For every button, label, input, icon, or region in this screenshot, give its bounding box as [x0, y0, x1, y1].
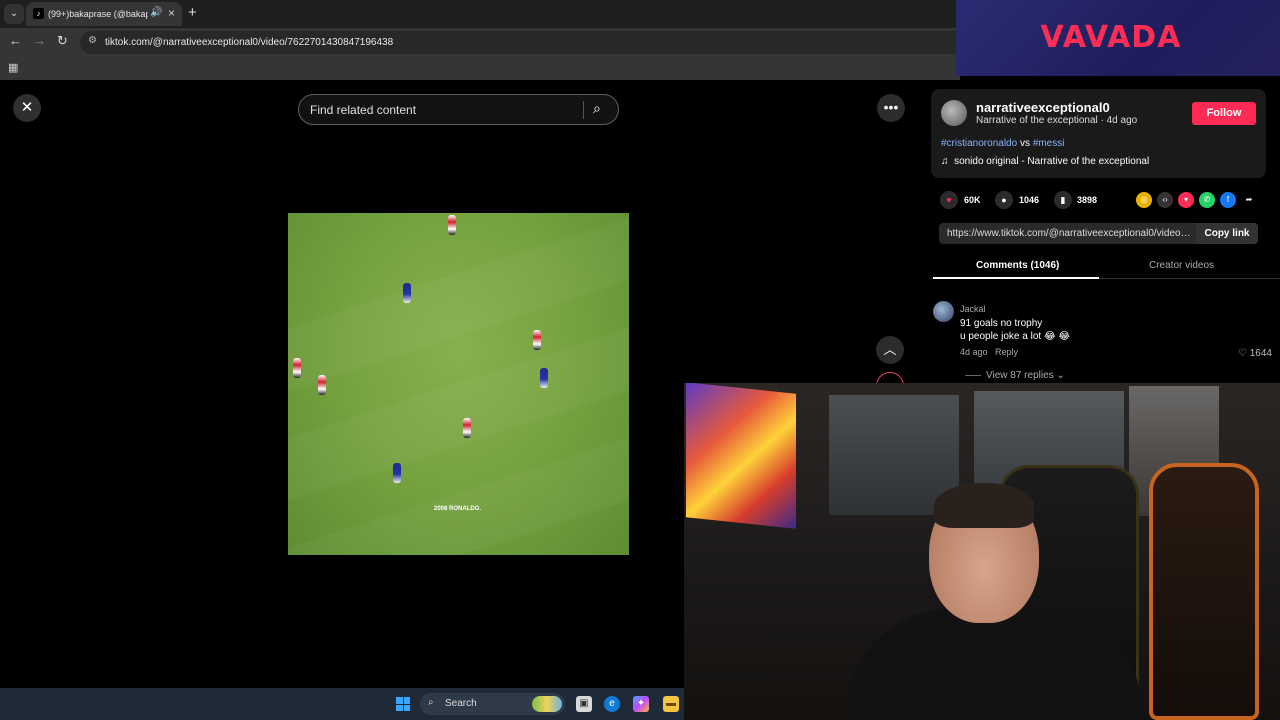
hashtag-cristianoronaldo[interactable]: #cristianoronaldo — [941, 138, 1017, 149]
engagement-bar: ♥ 60K ● 1046 ▮ 3898 ◎ ‹› ▾ ✆ f ➦ — [940, 190, 1270, 212]
bookmarks-bar: ▦ — [0, 56, 960, 80]
windows-start-icon[interactable] — [396, 697, 410, 711]
previous-video-button[interactable]: ︿ — [876, 336, 904, 364]
follow-button[interactable]: Follow — [1192, 102, 1256, 125]
commenter-avatar[interactable] — [933, 301, 954, 322]
url-text[interactable]: tiktok.com/@narrativeexceptional0/video/… — [105, 37, 393, 48]
post-info-card: narrativeexceptional0 Narrative of the e… — [931, 89, 1266, 178]
apps-grid-icon[interactable]: ▦ — [8, 61, 18, 74]
commenter-name[interactable]: Jackal — [960, 304, 986, 314]
send-icon[interactable]: ▾ — [1178, 192, 1194, 208]
vavada-logo: VAVADA — [1040, 20, 1182, 55]
video-caption: 2008 RONALDO. — [434, 506, 482, 512]
browser-tab[interactable]: ♪ (99+)bakaprase (@bakapra 🔊 × — [26, 2, 182, 26]
taskbar-search[interactable]: ⌕ Search — [420, 693, 565, 715]
comment-icon[interactable]: ● — [995, 191, 1013, 209]
tab-close-icon[interactable]: × — [168, 6, 175, 20]
chevron-down-icon: ⌄ — [1056, 370, 1065, 381]
vavada-ad-banner: VAVADA — [956, 0, 1280, 76]
active-tab-underline — [933, 277, 1099, 279]
search-divider — [583, 101, 584, 119]
bookmark-icon[interactable]: ▮ — [1054, 191, 1072, 209]
comment-count: 1046 — [1019, 195, 1040, 205]
search-input[interactable]: Find related content — [310, 103, 416, 117]
save-count: 3898 — [1077, 195, 1098, 205]
forward-icon[interactable]: → — [33, 33, 46, 48]
comment-line-1: 91 goals no trophy — [960, 318, 1043, 329]
copilot-icon[interactable]: ✦ — [633, 696, 649, 712]
webcam-gaming-chair-orange — [1149, 463, 1259, 720]
search-highlight-icon — [532, 696, 562, 712]
heart-outline-icon[interactable]: ♡ — [1238, 348, 1247, 359]
hashtag-messi[interactable]: #messi — [1033, 138, 1065, 149]
speaker-icon[interactable]: 🔊 — [150, 7, 162, 18]
more-options-button[interactable]: ••• — [877, 94, 905, 122]
task-view-icon[interactable]: ▣ — [576, 696, 592, 712]
comment-like-count: 1644 — [1249, 348, 1272, 359]
comment-line-2: u people joke a lot 😂 😂 — [960, 331, 1071, 342]
reply-button[interactable]: Reply — [995, 347, 1018, 357]
tab-title: (99+)bakaprase (@bakapra — [48, 9, 148, 19]
site-info-icon[interactable]: ⚙ — [88, 35, 97, 46]
webcam-overlay — [684, 383, 1280, 720]
comment-item: Jackal 91 goals no trophy u people joke … — [933, 300, 1278, 385]
search-bar[interactable]: Find related content ⌕ — [298, 94, 619, 125]
post-description: #cristianoronaldo vs #messi — [941, 138, 1064, 149]
tab-comments[interactable]: Comments (1046) — [976, 260, 1059, 271]
webcam-wall-tv — [686, 383, 796, 529]
video-frame: 2008 RONALDO. — [288, 213, 629, 555]
browser-tab-bar: ⌄ ♪ (99+)bakaprase (@bakapra 🔊 × + — [0, 0, 960, 28]
streamer-hair — [934, 483, 1034, 528]
windows-taskbar: ⌕ Search ▣ e ✦ ▬ — [0, 688, 684, 720]
heart-icon[interactable]: ♥ — [940, 191, 958, 209]
edge-icon[interactable]: e — [604, 696, 620, 712]
tab-menu-icon[interactable]: ⌄ — [4, 4, 24, 24]
comment-time: 4d ago — [960, 347, 988, 357]
author-avatar[interactable] — [941, 100, 967, 126]
tiktok-favicon-icon: ♪ — [33, 8, 44, 19]
facebook-icon[interactable]: f — [1220, 192, 1236, 208]
view-replies-label[interactable]: View 87 replies — [986, 370, 1054, 381]
music-title[interactable]: sonido original - Narrative of the excep… — [954, 156, 1149, 167]
view-replies-button[interactable]: View 87 replies ⌄ — [965, 370, 1065, 381]
tab-creator-videos[interactable]: Creator videos — [1149, 260, 1214, 271]
address-bar-row: ← → ↻ ⚙ tiktok.com/@narrativeexceptional… — [0, 28, 960, 56]
music-note-icon: ♫ — [941, 156, 949, 167]
like-count: 60K — [964, 195, 981, 205]
comments-tabs: Comments (1046) Creator videos — [931, 254, 1280, 279]
share-link-text[interactable]: https://www.tiktok.com/@narrativeexcepti… — [947, 228, 1191, 239]
comment-text: 91 goals no trophy u people joke a lot 😂… — [960, 317, 1070, 343]
copy-link-button[interactable]: Copy link — [1196, 223, 1258, 244]
new-tab-plus-icon[interactable]: + — [188, 4, 197, 21]
whatsapp-icon[interactable]: ✆ — [1199, 192, 1215, 208]
hashtag-connector: vs — [1017, 138, 1033, 149]
embed-icon[interactable]: ‹› — [1157, 192, 1173, 208]
comment-like[interactable]: ♡ 1644 — [1238, 348, 1272, 359]
share-arrow-icon[interactable]: ➦ — [1241, 192, 1257, 208]
music-link[interactable]: ♫ sonido original - Narrative of the exc… — [941, 156, 1149, 167]
url-bar[interactable]: ⚙ tiktok.com/@narrativeexceptional0/vide… — [80, 31, 960, 54]
taskbar-search-label[interactable]: Search — [445, 698, 477, 709]
author-username[interactable]: narrativeexceptional0 — [976, 100, 1110, 115]
reload-icon[interactable]: ↻ — [57, 33, 68, 49]
file-explorer-icon[interactable]: ▬ — [663, 696, 679, 712]
back-icon[interactable]: ← — [9, 33, 22, 48]
taskbar-search-icon: ⌕ — [428, 697, 434, 708]
search-icon[interactable]: ⌕ — [593, 100, 601, 117]
video-player[interactable]: 2008 RONALDO. — [288, 80, 629, 688]
close-video-button[interactable]: ✕ — [13, 94, 41, 122]
coin-icon[interactable]: ◎ — [1136, 192, 1152, 208]
share-link-box: https://www.tiktok.com/@narrativeexcepti… — [939, 223, 1258, 244]
author-subline: Narrative of the exceptional · 4d ago — [976, 115, 1138, 126]
